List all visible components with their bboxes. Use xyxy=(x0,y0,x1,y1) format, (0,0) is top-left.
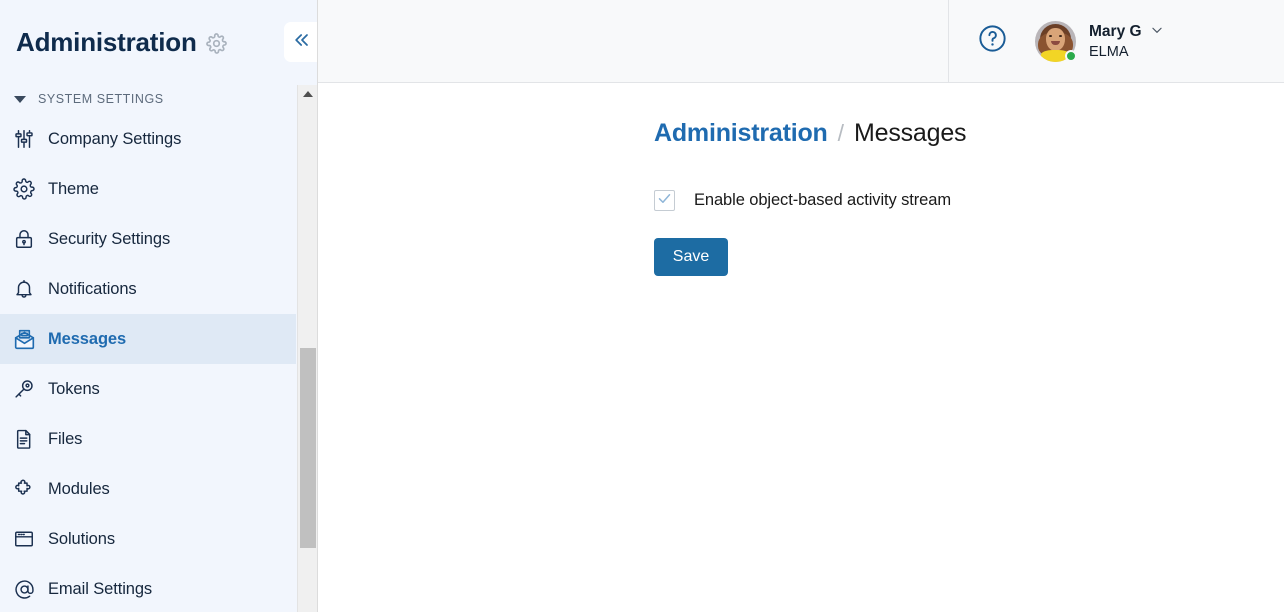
sliders-icon xyxy=(12,127,36,151)
sidebar-group-label: SYSTEM SETTINGS xyxy=(38,92,164,106)
sidebar-item-tokens[interactable]: Tokens xyxy=(0,364,296,414)
sidebar-scrollbar-thumb[interactable] xyxy=(300,348,316,548)
sidebar-item-email-settings[interactable]: Email Settings xyxy=(0,564,296,612)
sidebar-item-modules[interactable]: Modules xyxy=(0,464,296,514)
gear-icon xyxy=(12,177,36,201)
at-sign-icon xyxy=(12,577,36,601)
sidebar-item-label: Theme xyxy=(48,179,99,198)
caret-down-icon xyxy=(14,95,26,103)
page-title: Messages xyxy=(853,119,967,147)
sidebar-item-label: Email Settings xyxy=(48,579,153,598)
document-icon xyxy=(12,427,36,451)
top-bar-right-region: Mary G ELMA xyxy=(948,0,1284,82)
sidebar-nav: SYSTEM SETTINGS Company Settings Theme S… xyxy=(0,84,296,612)
save-button[interactable]: Save xyxy=(654,238,728,276)
lock-icon xyxy=(12,227,36,251)
scroll-up-arrow-icon[interactable] xyxy=(298,85,317,103)
sidebar-item-label: Messages xyxy=(48,329,127,348)
user-name: Mary G xyxy=(1089,23,1142,40)
content-area: Administration / Messages Enable object-… xyxy=(318,83,1284,276)
breadcrumb-separator: / xyxy=(837,120,844,146)
top-bar-left-region xyxy=(318,0,948,82)
sidebar: Administration SYSTEM SETTINGS Company S… xyxy=(0,0,317,612)
sidebar-item-label: Company Settings xyxy=(48,129,182,148)
main-area: Mary G ELMA Administration / Messages En… xyxy=(317,0,1284,612)
user-info: Mary G ELMA xyxy=(1089,23,1164,60)
user-name-row: Mary G xyxy=(1089,23,1164,42)
sidebar-item-label: Solutions xyxy=(48,529,115,548)
enable-object-based-activity-stream-checkbox[interactable] xyxy=(654,190,675,211)
sidebar-item-company-settings[interactable]: Company Settings xyxy=(0,114,296,164)
puzzle-icon xyxy=(12,477,36,501)
sidebar-item-label: Tokens xyxy=(48,379,100,398)
sidebar-item-solutions[interactable]: Solutions xyxy=(0,514,296,564)
double-chevron-left-icon xyxy=(292,30,312,55)
sidebar-item-label: Notifications xyxy=(48,279,137,298)
activity-stream-setting-row: Enable object-based activity stream xyxy=(654,190,1284,211)
sidebar-item-label: Modules xyxy=(48,479,110,498)
sidebar-group-system-settings[interactable]: SYSTEM SETTINGS xyxy=(0,84,296,114)
sidebar-item-label: Files xyxy=(48,429,83,448)
user-menu[interactable]: Mary G ELMA xyxy=(1035,20,1164,62)
user-organization: ELMA xyxy=(1089,43,1129,60)
breadcrumb: Administration / Messages xyxy=(654,119,1284,148)
app-root: Administration SYSTEM SETTINGS Company S… xyxy=(0,0,1284,612)
envelope-icon xyxy=(12,327,36,351)
top-bar: Mary G ELMA xyxy=(318,0,1284,83)
sidebar-nav-scroll: SYSTEM SETTINGS Company Settings Theme S… xyxy=(0,84,317,612)
sidebar-scrollbar[interactable] xyxy=(297,85,317,612)
help-button[interactable] xyxy=(977,23,1008,59)
status-badge xyxy=(1065,49,1077,62)
checkbox-label: Enable object-based activity stream xyxy=(694,191,951,209)
sidebar-collapse-button[interactable] xyxy=(284,22,317,62)
sidebar-item-files[interactable]: Files xyxy=(0,414,296,464)
app-title: Administration xyxy=(16,27,197,57)
avatar xyxy=(1035,20,1077,62)
sidebar-header: Administration xyxy=(0,0,317,84)
sidebar-item-security-settings[interactable]: Security Settings xyxy=(0,214,296,264)
window-icon xyxy=(12,527,36,551)
question-circle-icon xyxy=(977,23,1008,59)
sidebar-item-messages[interactable]: Messages xyxy=(0,314,296,364)
sidebar-item-notifications[interactable]: Notifications xyxy=(0,264,296,314)
sidebar-item-theme[interactable]: Theme xyxy=(0,164,296,214)
breadcrumb-parent-link[interactable]: Administration xyxy=(654,119,828,148)
chevron-down-icon[interactable] xyxy=(1150,23,1164,42)
checkmark-icon xyxy=(657,191,672,211)
sidebar-item-label: Security Settings xyxy=(48,229,171,248)
gear-icon[interactable] xyxy=(205,33,227,54)
key-icon xyxy=(12,377,36,401)
bell-icon xyxy=(12,277,36,301)
